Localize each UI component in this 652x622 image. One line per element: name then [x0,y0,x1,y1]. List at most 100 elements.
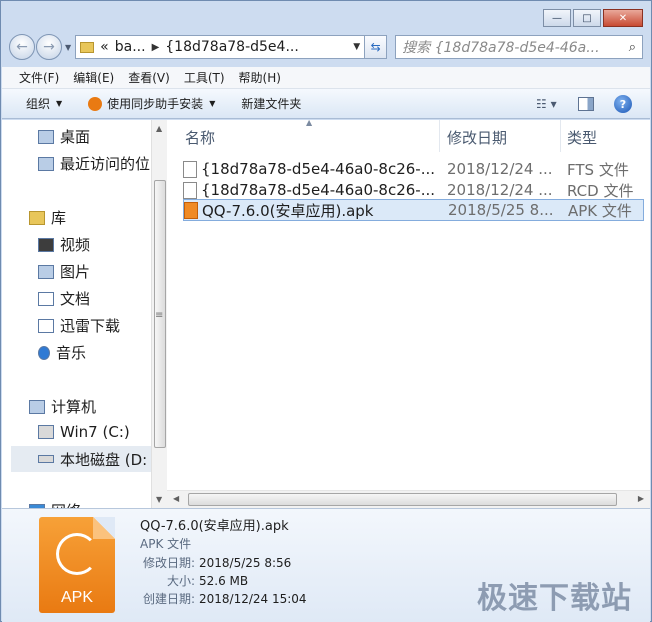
document-icon [183,181,197,199]
nav-item-videos[interactable]: 视频 [38,234,90,255]
nav-item-label: 桌面 [60,128,91,146]
apk-file-large-icon: APK [39,517,115,613]
recent-places-icon [38,156,54,171]
menu-file[interactable]: 文件(F) [19,69,59,86]
column-divider[interactable] [439,120,440,152]
horizontal-scrollbar[interactable]: ◀ ▶ [167,490,650,508]
file-type: RCD 文件 [567,181,634,200]
scroll-up-icon[interactable]: ▲ [156,124,162,133]
column-headers: ▲ 名称 修改日期 类型 [167,118,650,152]
breadcrumb-separator-icon[interactable]: ▶ [152,42,160,53]
details-pane: APK QQ-7.6.0(安卓应用).apk APK 文件 修改日期: 2018/… [2,508,650,622]
sync-install-button[interactable]: 使用同步助手安装 ▼ [88,95,215,112]
address-dropdown-icon[interactable]: ▼ [353,42,360,52]
menu-tools[interactable]: 工具(T) [184,69,225,86]
nav-item-label: 迅雷下载 [60,317,121,335]
menu-edit[interactable]: 编辑(E) [73,69,114,86]
system-drive-icon [38,425,54,439]
size-value: 52.6 MB [199,574,249,588]
size-label: 大小: [166,574,195,588]
refresh-button[interactable]: ⇆ [365,35,388,59]
organize-button[interactable]: 组织 ▼ [26,95,62,112]
nav-item-label: 音乐 [56,344,87,362]
apk-icon [184,201,198,219]
breadcrumb-item[interactable]: {18d78a78-d5e4... [165,39,299,55]
new-folder-label: 新建文件夹 [241,97,302,111]
file-list: ▲ 名称 修改日期 类型 {18d78a78-d5e4-46a0-8c26-..… [167,118,650,508]
column-header-type[interactable]: 类型 [567,127,597,148]
menu-view[interactable]: 查看(V) [128,69,170,86]
nav-item-drive-c[interactable]: Win7 (C:) [38,423,130,441]
modified-value: 2018/5/25 8:56 [199,556,292,570]
nav-item-recent[interactable]: 最近访问的位 [38,153,150,174]
android-logo-icon [56,533,98,575]
created-label: 创建日期: [142,592,195,606]
preview-pane-icon[interactable] [578,97,594,111]
nav-item-label: 本地磁盘 (D: [60,450,148,469]
library-icon [29,210,45,225]
nav-item-drive-d[interactable]: 本地磁盘 (D: [11,446,153,472]
address-bar[interactable]: « ba... ▶ {18d78a78-d5e4... ▼ [75,35,366,59]
maximize-button[interactable]: □ [573,9,601,27]
watermark: 极速下载站 [477,581,632,616]
nav-item-label: 文档 [60,290,91,308]
back-button[interactable]: ← [9,34,35,60]
nav-item-label: 视频 [60,236,91,254]
nav-item-music[interactable]: 音乐 [38,342,86,363]
nav-item-label: 计算机 [51,398,97,416]
pictures-icon [38,264,54,279]
apk-icon-label: APK [60,589,93,606]
chevron-down-icon: ▼ [209,99,216,108]
search-icon[interactable]: ⌕ [629,40,636,55]
nav-item-documents[interactable]: 文档 [38,288,90,309]
nav-item-label: 图片 [60,263,91,281]
navigation-pane: 桌面 最近访问的位 库 视频 图片 文档 迅雷下载 音乐 计算机 Win7 (C… [2,120,167,508]
file-row[interactable]: {18d78a78-d5e4-46a0-8c26-... 2018/12/24 … [183,179,644,201]
command-bar: 组织 ▼ 使用同步助手安装 ▼ 新建文件夹 ☷ ▾ ? [2,89,650,119]
file-date: 2018/12/24 ... [447,160,553,178]
search-placeholder: 搜索 {18d78a78-d5e4-46a... [402,40,600,56]
organize-label: 组织 [26,97,51,111]
nav-item-desktop[interactable]: 桌面 [38,126,90,147]
scroll-left-icon[interactable]: ◀ [173,494,179,503]
nav-item-computer[interactable]: 计算机 [29,396,96,417]
scroll-down-icon[interactable]: ▼ [156,495,162,504]
help-icon[interactable]: ? [614,95,632,113]
nav-item-network[interactable]: 网络 [29,500,81,508]
history-dropdown-icon[interactable]: ▼ [65,43,71,52]
minimize-button[interactable]: — [543,9,571,27]
computer-icon [29,399,45,414]
file-row[interactable]: {18d78a78-d5e4-46a0-8c26-... 2018/12/24 … [183,158,644,180]
view-options-icon[interactable]: ☷ ▾ [536,97,558,111]
scroll-right-icon[interactable]: ▶ [638,494,644,503]
details-created: 创建日期: 2018/12/24 15:04 [139,590,307,607]
breadcrumb-item[interactable]: ba... [115,39,146,55]
caption-buttons: — □ ✕ [543,9,643,27]
column-divider[interactable] [560,120,561,152]
created-value: 2018/12/24 15:04 [199,592,307,606]
column-header-date[interactable]: 修改日期 [447,127,507,148]
nav-scrollbar[interactable]: ▲ ≡ ▼ [151,120,167,508]
desktop-icon [38,129,54,144]
search-input[interactable]: 搜索 {18d78a78-d5e4-46a... ⌕ [395,35,643,59]
sync-install-label: 使用同步助手安装 [107,97,204,111]
page-fold [93,517,115,539]
nav-item-thunder-downloads[interactable]: 迅雷下载 [38,315,120,336]
close-button[interactable]: ✕ [603,9,643,27]
nav-item-pictures[interactable]: 图片 [38,261,90,282]
local-disk-icon [38,455,54,463]
menu-help[interactable]: 帮助(H) [239,69,281,86]
address-row: ← → ▼ « ba... ▶ {18d78a78-d5e4... ▼ ⇆ 搜索… [9,33,643,61]
content-area: 桌面 最近访问的位 库 视频 图片 文档 迅雷下载 音乐 计算机 Win7 (C… [2,118,650,508]
address-chevron[interactable]: « [100,39,109,55]
folder-icon [80,41,95,53]
new-folder-button[interactable]: 新建文件夹 [241,95,301,112]
nav-item-label: Win7 (C:) [60,423,130,441]
file-date: 2018/12/24 ... [447,181,553,199]
file-row-selected[interactable]: QQ-7.6.0(安卓应用).apk 2018/5/25 8... APK 文件 [183,199,644,221]
forward-button[interactable]: → [36,34,62,60]
nav-item-label: 最近访问的位 [60,155,151,173]
column-header-name[interactable]: 名称 [185,127,215,148]
nav-item-libraries[interactable]: 库 [29,207,66,228]
horizontal-scrollbar-thumb[interactable] [188,493,617,506]
